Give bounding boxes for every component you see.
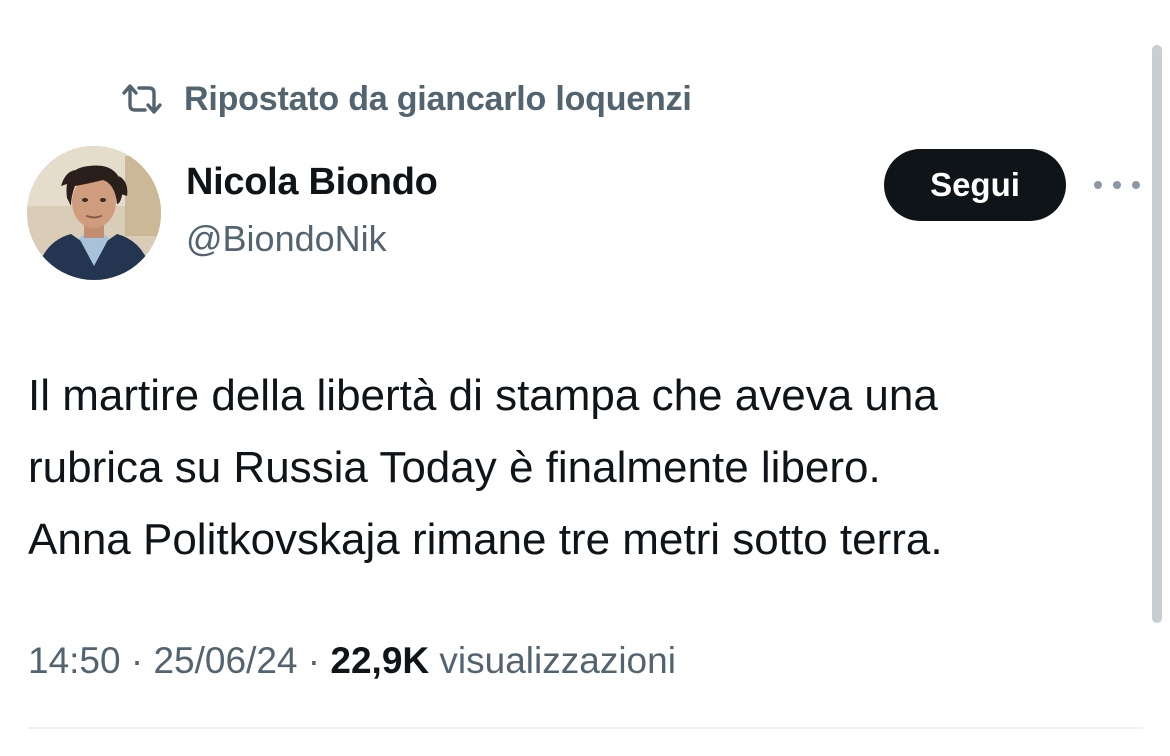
more-icon[interactable]: [1094, 170, 1140, 200]
tweet-text: Il martire della libertà di stampa che a…: [28, 360, 1138, 576]
repost-indicator[interactable]: Ripostato da giancarlo loquenzi: [120, 78, 692, 120]
meta-separator: ·: [120, 640, 154, 681]
repost-text: Ripostato da giancarlo loquenzi: [184, 79, 692, 118]
scrollbar[interactable]: [1152, 45, 1162, 623]
avatar[interactable]: [27, 146, 161, 280]
author-display-name[interactable]: Nicola Biondo: [186, 161, 438, 204]
avatar-photo: [27, 146, 161, 280]
scrollbar-thumb[interactable]: [1152, 45, 1162, 623]
more-dot: [1113, 181, 1121, 189]
tweet-line: rubrica su Russia Today è finalmente lib…: [28, 443, 881, 492]
more-dot: [1132, 181, 1140, 189]
divider: [28, 727, 1143, 729]
meta-separator: ·: [297, 640, 331, 681]
views-label[interactable]: visualizzazioni: [439, 640, 676, 681]
follow-button[interactable]: Segui: [884, 149, 1066, 221]
tweet-meta: 14:50 · 25/06/24 · 22,9K visualizzazioni: [28, 640, 676, 682]
tweet-line: Anna Politkovskaja rimane tre metri sott…: [28, 515, 943, 564]
tweet-time[interactable]: 14:50: [28, 640, 121, 681]
repost-icon: [120, 81, 164, 117]
views-count[interactable]: 22,9K: [330, 640, 429, 681]
author-handle[interactable]: @BiondoNik: [186, 218, 387, 260]
tweet-line: Il martire della libertà di stampa che a…: [28, 371, 938, 420]
tweet-date[interactable]: 25/06/24: [153, 640, 297, 681]
more-dot: [1094, 181, 1102, 189]
